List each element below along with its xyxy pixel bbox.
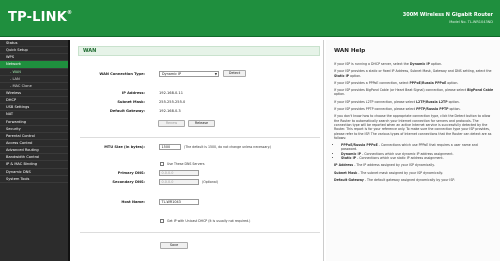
use-dns-label: Use These DNS Servers xyxy=(167,162,205,166)
sidebar-item-wireless[interactable]: Wireless xyxy=(0,90,68,98)
default-gateway-label: Default Gateway: xyxy=(109,109,145,113)
help-paragraph: Default Gateway - The default gateway as… xyxy=(334,177,455,182)
chevron-down-icon: ▼ xyxy=(214,72,217,76)
wan-type-select[interactable]: Dynamic IP ▼ xyxy=(159,71,219,77)
sidebar-item-bandwidth-control[interactable]: Bandwidth Control xyxy=(0,154,68,162)
mtu-note: (The default is 1500, do not change unle… xyxy=(184,145,272,149)
sidebar-item-forwarding[interactable]: Forwarding xyxy=(0,119,68,126)
wan-type-value: Dynamic IP xyxy=(162,72,182,76)
save-button[interactable]: Save xyxy=(160,242,188,249)
router-name: 300M Wireless N Gigabit Router xyxy=(402,12,493,18)
unicast-dhcp-row: Get IP with Unicast DHCP (It is usually … xyxy=(80,217,320,225)
sidebar-item-dhcp[interactable]: DHCP xyxy=(0,97,68,105)
help-paragraph: If your ISP provides BigPond Cable (or H… xyxy=(334,88,494,97)
sidebar-item-system-tools[interactable]: System Tools xyxy=(0,176,68,183)
sidebar-item-status[interactable]: Status xyxy=(0,40,68,48)
sidebar-item-access-control[interactable]: Access Control xyxy=(0,140,68,148)
mtu-input[interactable]: 1500 xyxy=(159,144,181,150)
sidebar-item-ip-mac-binding[interactable]: IP & MAC Binding xyxy=(0,161,68,169)
ip-address-label: IP Address: xyxy=(121,91,145,95)
subnet-mask-label: Subnet Mask: xyxy=(117,100,145,104)
help-paragraph: Subnet Mask - The subnet mask assigned b… xyxy=(334,170,443,175)
help-paragraph: If your ISP provides a static or fixed I… xyxy=(334,69,492,78)
host-name-label: Host Name: xyxy=(121,200,145,204)
wan-settings-panel: WAN WAN Connection Type: Dynamic IP ▼ De… xyxy=(72,40,324,261)
optional-note: (Optional) xyxy=(202,180,218,184)
renew-button[interactable]: Renew xyxy=(158,120,185,127)
subnet-mask-row: Subnet Mask: 255.255.255.0 xyxy=(80,98,320,106)
sidebar-item-dynamic-dns[interactable]: Dynamic DNS xyxy=(0,169,68,176)
sidebar-menu: Status Quick Setup WPS Network - WAN - L… xyxy=(0,40,70,261)
wan-type-row: WAN Connection Type: Dynamic IP ▼ Detect xyxy=(80,70,320,78)
unicast-dhcp-label: Get IP with Unicast DHCP (It is usually … xyxy=(167,219,251,223)
primary-dns-label: Primary DNS: xyxy=(117,171,145,175)
sidebar-item-usb-settings[interactable]: USB Settings xyxy=(0,104,68,112)
default-gateway-row: Default Gateway: 192.168.0.3 xyxy=(80,107,320,115)
mtu-label: MTU Size (in bytes): xyxy=(104,145,145,149)
default-gateway-value: 192.168.0.3 xyxy=(159,109,181,113)
help-paragraph: IP Address - The IP address assigned by … xyxy=(334,163,435,168)
use-dns-checkbox[interactable] xyxy=(160,162,164,166)
help-title: WAN Help xyxy=(334,48,366,54)
detect-button[interactable]: Detect xyxy=(223,70,246,77)
sidebar-item-nat[interactable]: NAT xyxy=(0,111,68,119)
help-paragraph: If your ISP provides L2TP connection, pl… xyxy=(334,99,460,104)
help-panel: WAN Help If your ISP is running a DHCP s… xyxy=(326,40,500,261)
sidebar-item-network[interactable]: Network xyxy=(0,61,68,69)
model-number: Model No. TL-WR1043ND xyxy=(449,20,493,24)
secondary-dns-row: Secondary DNS: 0.0.0.0 (Optional) xyxy=(80,178,320,186)
help-list: PPPoE/Russia PPPoE - Connections which u… xyxy=(341,143,494,160)
header-bar: TP-LINK® 300M Wireless N Gigabit Router … xyxy=(0,0,500,37)
release-button[interactable]: Release xyxy=(188,120,215,127)
secondary-dns-label: Secondary DNS: xyxy=(112,180,145,184)
sidebar-item-wps[interactable]: WPS xyxy=(0,54,68,62)
help-paragraph: If your ISP is running a DHCP server, se… xyxy=(334,62,443,66)
page-title: WAN xyxy=(78,46,320,56)
use-dns-row: Use These DNS Servers xyxy=(80,160,320,168)
host-name-row: Host Name: TL-WR1043 xyxy=(80,198,320,206)
help-paragraph: If your ISP provides a PPPoE connection,… xyxy=(334,80,459,85)
sidebar-item-mac-clone[interactable]: - MAC Clone xyxy=(0,83,68,90)
help-list-item: Static IP - Connections which use static… xyxy=(341,156,494,160)
section-divider-bottom xyxy=(80,232,320,233)
logo-registered-mark: ® xyxy=(67,10,73,16)
section-divider xyxy=(80,137,320,138)
unicast-dhcp-checkbox[interactable] xyxy=(160,219,164,223)
logo-text: TP-LINK xyxy=(8,10,68,25)
secondary-dns-input[interactable]: 0.0.0.0 xyxy=(159,179,199,185)
help-paragraph: If your ISP provides PPTP connection, pl… xyxy=(334,107,461,112)
sidebar-item-security[interactable]: Security xyxy=(0,126,68,133)
sidebar-item-lan[interactable]: - LAN xyxy=(0,76,68,83)
ip-address-value: 192.168.0.11 xyxy=(159,91,184,95)
tp-link-logo: TP-LINK® xyxy=(8,10,72,25)
sidebar-item-wan[interactable]: - WAN xyxy=(0,68,68,76)
primary-dns-input[interactable]: 0.0.0.0 xyxy=(159,170,199,176)
host-name-input[interactable]: TL-WR1043 xyxy=(159,199,199,205)
subnet-mask-value: 255.255.255.0 xyxy=(159,100,186,104)
sidebar-item-parental-control[interactable]: Parental Control xyxy=(0,133,68,140)
help-body: If your ISP is running a DHCP server, se… xyxy=(334,62,494,185)
help-list-item: PPPoE/Russia PPPoE - Connections which u… xyxy=(341,143,494,152)
wan-type-label: WAN Connection Type: xyxy=(99,72,145,76)
sidebar-item-advanced-routing[interactable]: Advanced Routing xyxy=(0,147,68,155)
primary-dns-row: Primary DNS: 0.0.0.0 xyxy=(80,169,320,177)
help-paragraph: If you don't know how to choose the appr… xyxy=(334,114,492,140)
mtu-row: MTU Size (in bytes): 1500 (The default i… xyxy=(80,143,320,151)
ip-address-row: IP Address: 192.168.0.11 xyxy=(80,89,320,97)
sidebar-item-quick-setup[interactable]: Quick Setup xyxy=(0,47,68,55)
